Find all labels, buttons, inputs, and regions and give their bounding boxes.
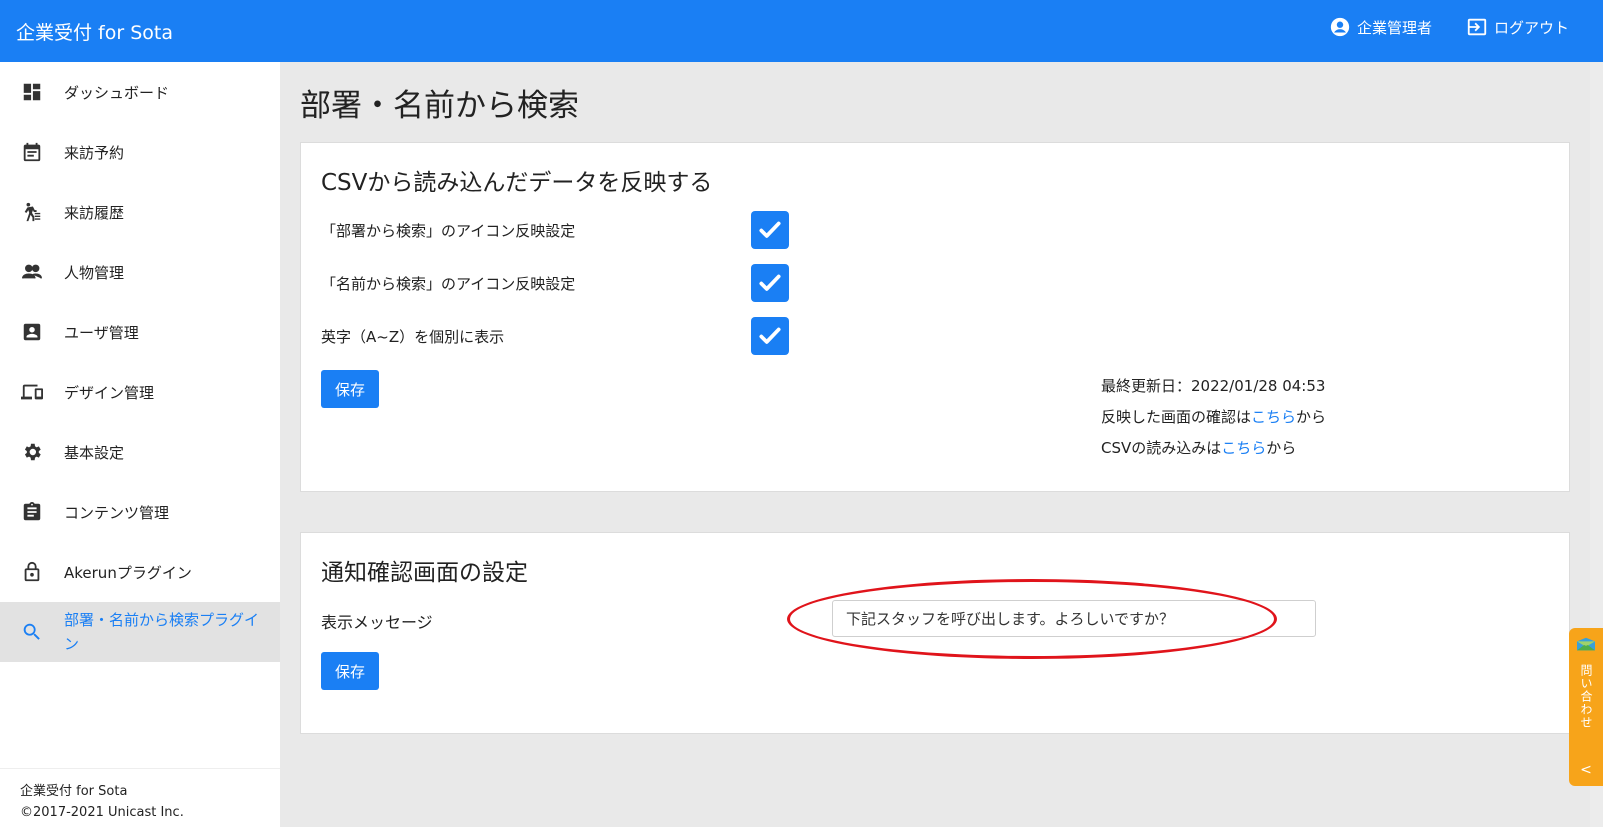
user-menu[interactable]: 企業管理者 bbox=[1329, 16, 1432, 38]
sidebar-item-search-plugin[interactable]: 部署・名前から検索プラグイン bbox=[0, 602, 280, 662]
gear-icon bbox=[20, 440, 44, 464]
dashboard-icon bbox=[20, 80, 44, 104]
check-icon bbox=[759, 327, 781, 344]
sidebar-item-label: デザイン管理 bbox=[64, 383, 155, 402]
sidebar-item-dashboard[interactable]: ダッシュボード bbox=[0, 62, 280, 122]
sidebar-item-label: コンテンツ管理 bbox=[64, 503, 170, 522]
sidebar-item-users[interactable]: ユーザ管理 bbox=[0, 302, 280, 362]
people-icon bbox=[20, 260, 44, 284]
top-right-menu: 企業管理者 ログアウト bbox=[1329, 16, 1569, 38]
sidebar-item-label: ダッシュボード bbox=[64, 83, 170, 102]
sidebar-item-design[interactable]: デザイン管理 bbox=[0, 362, 280, 422]
csv-import-link[interactable]: こちら bbox=[1221, 439, 1266, 457]
csv-import-text: CSVの読み込みはこちらから bbox=[1101, 433, 1326, 464]
sidebar-item-label: 来訪履歴 bbox=[64, 203, 125, 222]
user-label: 企業管理者 bbox=[1356, 18, 1432, 37]
chevron-left-icon: < bbox=[1580, 762, 1592, 778]
notification-card-title: 通知確認画面の設定 bbox=[321, 560, 528, 586]
check-icon bbox=[759, 221, 781, 238]
account-circle-icon bbox=[1330, 17, 1350, 37]
sidebar-item-basic-settings[interactable]: 基本設定 bbox=[0, 422, 280, 482]
csv-save-button[interactable]: 保存 bbox=[321, 370, 380, 408]
logout-icon bbox=[1467, 18, 1487, 36]
setting-label: 英字（A~Z）を個別に表示 bbox=[321, 327, 505, 346]
message-label: 表示メッセージ bbox=[321, 613, 433, 632]
confirm-suffix: から bbox=[1296, 408, 1327, 426]
main-content: 部署・名前から検索 CSVから読み込んだデータを反映する 「部署から検索」のアイ… bbox=[280, 62, 1603, 827]
sidebar-item-visit-reservation[interactable]: 来訪予約 bbox=[0, 122, 280, 182]
mail-icon bbox=[1577, 637, 1595, 651]
csv-card-title: CSVから読み込んだデータを反映する bbox=[321, 170, 713, 196]
check-icon bbox=[759, 274, 781, 291]
footer-product-name: 企業受付 for Sota bbox=[20, 784, 128, 799]
clipboard-icon bbox=[20, 500, 44, 524]
setting-row-department-icon: 「部署から検索」のアイコン反映設定 bbox=[321, 211, 791, 249]
csv-suffix: から bbox=[1266, 439, 1297, 457]
sidebar-item-label: 人物管理 bbox=[64, 263, 125, 282]
sidebar-footer: 企業受付 for Sota ©2017-2021 Unicast Inc. bbox=[0, 768, 280, 827]
sidebar-item-label: 部署・名前から検索プラグイン bbox=[64, 611, 260, 653]
footer-copyright: ©2017-2021 Unicast Inc. bbox=[20, 805, 184, 820]
brand-title[interactable]: 企業受付 for Sota bbox=[16, 18, 173, 45]
sidebar-item-label: 基本設定 bbox=[64, 443, 125, 462]
confirm-prefix: 反映した画面の確認は bbox=[1101, 408, 1252, 426]
account-box-icon bbox=[20, 320, 44, 344]
logout-label: ログアウト bbox=[1493, 18, 1569, 37]
confirm-screen-link[interactable]: こちら bbox=[1251, 408, 1296, 426]
message-input[interactable] bbox=[832, 600, 1316, 637]
sidebar-item-akerun-plugin[interactable]: Akerunプラグイン bbox=[0, 542, 280, 602]
sidebar-item-visit-history[interactable]: 来訪履歴 bbox=[0, 182, 280, 242]
csv-settings-card: CSVから読み込んだデータを反映する 「部署から検索」のアイコン反映設定 「名前… bbox=[300, 142, 1570, 492]
department-icon-checkbox[interactable] bbox=[751, 211, 789, 249]
csv-prefix: CSVの読み込みは bbox=[1101, 439, 1222, 457]
contact-tab[interactable]: 問い合わせ < bbox=[1569, 628, 1603, 786]
name-icon-checkbox[interactable] bbox=[751, 264, 789, 302]
sidebar-item-label: 来訪予約 bbox=[64, 143, 125, 162]
devices-icon bbox=[20, 380, 44, 404]
alphabet-checkbox[interactable] bbox=[751, 317, 789, 355]
setting-label: 「名前から検索」のアイコン反映設定 bbox=[321, 274, 576, 293]
sidebar: ダッシュボード 来訪予約 来訪履歴 人物管理 ユーザ管理 デザイン管理 基本設定… bbox=[0, 62, 280, 827]
contact-label: 問い合わせ bbox=[1579, 664, 1593, 729]
notification-save-button[interactable]: 保存 bbox=[321, 652, 380, 690]
sidebar-item-label: Akerunプラグイン bbox=[64, 563, 192, 582]
confirm-screen-text: 反映した画面の確認はこちらから bbox=[1101, 402, 1326, 433]
calendar-icon bbox=[20, 140, 44, 164]
setting-row-name-icon: 「名前から検索」のアイコン反映設定 bbox=[321, 264, 791, 302]
walking-history-icon bbox=[20, 200, 44, 224]
notification-settings-card: 通知確認画面の設定 表示メッセージ 保存 bbox=[300, 532, 1570, 734]
logout-link[interactable]: ログアウト bbox=[1466, 16, 1569, 38]
csv-info-block: 最終更新日：2022/01/28 04:53 反映した画面の確認はこちらから C… bbox=[1101, 371, 1326, 464]
search-icon bbox=[20, 620, 44, 644]
setting-row-alphabet: 英字（A~Z）を個別に表示 bbox=[321, 317, 791, 355]
top-bar: 企業受付 for Sota 企業管理者 ログアウト bbox=[0, 0, 1603, 62]
sidebar-item-contents[interactable]: コンテンツ管理 bbox=[0, 482, 280, 542]
lock-icon bbox=[20, 560, 44, 584]
page-title: 部署・名前から検索 bbox=[300, 88, 579, 124]
sidebar-item-label: ユーザ管理 bbox=[64, 323, 139, 342]
sidebar-item-people[interactable]: 人物管理 bbox=[0, 242, 280, 302]
setting-label: 「部署から検索」のアイコン反映設定 bbox=[321, 221, 576, 240]
last-updated-text: 最終更新日：2022/01/28 04:53 bbox=[1101, 377, 1326, 395]
